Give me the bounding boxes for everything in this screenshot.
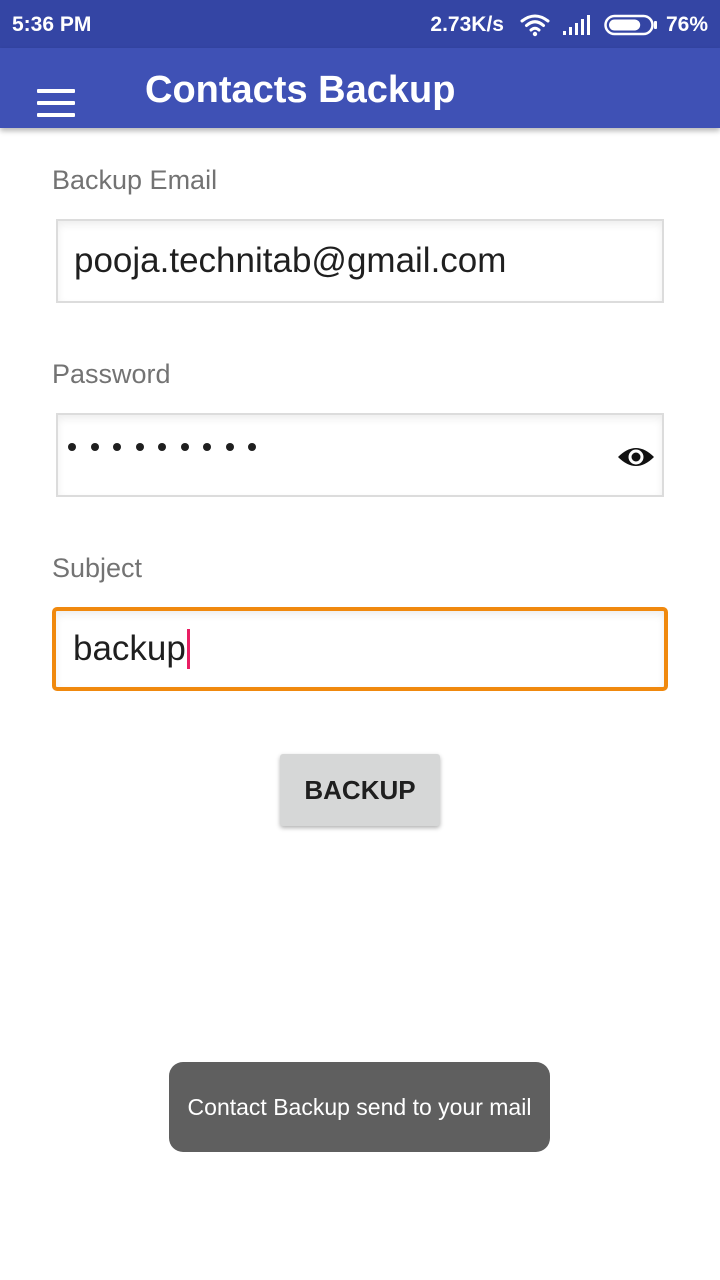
subject-value: backup [73,629,186,668]
password-label: Password [52,359,171,389]
password-dot [135,443,144,451]
email-label: Backup Email [52,165,218,195]
status-bar: 5:36 PM 2.73K/s 76% [0,0,720,48]
hamburger-menu-icon[interactable] [37,89,75,117]
password-dot [113,443,121,451]
signal-icon [562,15,590,35]
toast-message: Contact Backup send to your mail [169,1062,550,1152]
password-dot [68,443,76,451]
password-dot [248,443,256,451]
eye-icon[interactable] [616,443,656,471]
email-field[interactable]: pooja.technitab@gmail.com [56,219,664,303]
password-dot [203,443,211,451]
app-bar: Contacts Backup [0,48,720,128]
password-dot [90,443,99,451]
wifi-icon [520,14,550,37]
app-title: Contacts Backup [145,69,456,111]
password-masked-value [68,443,271,451]
battery-icon [604,14,657,36]
password-dot [225,443,234,451]
subject-value-wrap: backup [73,629,190,669]
subject-field[interactable]: backup [52,607,668,691]
backup-button[interactable]: BACKUP [280,754,440,826]
status-icons: 2.73K/s 76% [430,10,708,40]
battery-percent: 76% [665,13,708,36]
email-value: pooja.technitab@gmail.com [74,241,507,280]
subject-label: Subject [52,553,143,583]
status-time: 5:36 PM [12,13,92,36]
password-field[interactable] [56,413,664,497]
text-cursor [186,629,190,669]
network-speed: 2.73K/s [430,13,504,36]
password-dot [180,443,189,451]
password-dot [158,443,166,451]
